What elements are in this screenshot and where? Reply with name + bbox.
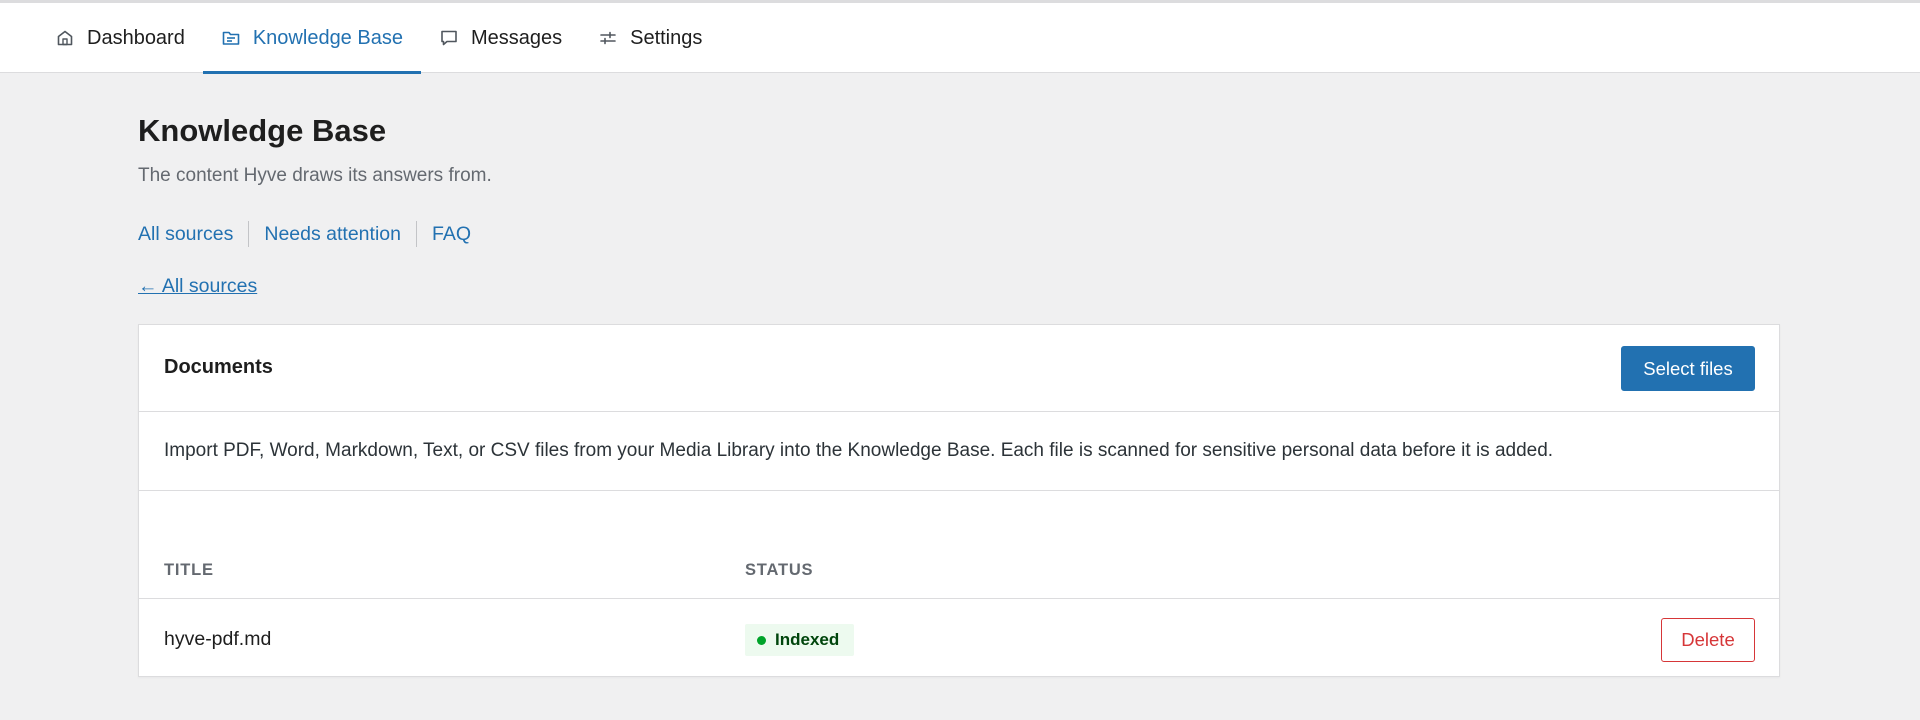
tab-label: Dashboard (87, 26, 185, 49)
document-title: hyve-pdf.md (164, 628, 272, 650)
documents-card: Documents Select files Import PDF, Word,… (138, 324, 1780, 677)
tab-settings[interactable]: Settings (580, 3, 720, 73)
link-needs-attention[interactable]: Needs attention (264, 223, 401, 246)
tab-knowledge-base[interactable]: Knowledge Base (202, 3, 422, 74)
link-all-sources[interactable]: All sources (138, 223, 233, 246)
link-divider (248, 221, 250, 247)
message-icon (439, 28, 459, 48)
tab-dashboard[interactable]: Dashboard (37, 3, 203, 73)
column-header-status: STATUS (745, 561, 814, 579)
link-faq[interactable]: FAQ (432, 223, 471, 246)
home-icon (55, 28, 75, 48)
back-to-all-sources-link[interactable]: ← All sources (138, 275, 257, 298)
tab-label: Settings (630, 26, 703, 49)
table-row: hyve-pdf.md Indexed Delete (139, 600, 1779, 678)
link-divider (415, 221, 417, 247)
tab-label: Knowledge Base (252, 26, 403, 49)
card-description: Import PDF, Word, Markdown, Text, or CSV… (139, 412, 1779, 491)
tab-label: Messages (470, 26, 563, 49)
page-subtitle: The content Hyve draws its answers from. (138, 165, 492, 186)
sliders-icon (598, 28, 618, 48)
card-header: Documents Select files (139, 325, 1779, 412)
column-header-title: TITLE (164, 561, 214, 579)
description-text: Import PDF, Word, Markdown, Text, or CSV… (164, 440, 1554, 461)
table-header: TITLE STATUS (139, 491, 1779, 599)
tab-messages[interactable]: Messages (421, 3, 580, 73)
source-filter-links: All sources Needs attention FAQ (138, 221, 471, 247)
top-navigation: Dashboard Knowledge Base Messages Settin… (0, 3, 1920, 74)
delete-button[interactable]: Delete (1661, 618, 1755, 662)
status-label: Indexed (775, 630, 840, 649)
card-title: Documents (164, 356, 273, 378)
folder-icon (221, 28, 241, 48)
page-title: Knowledge Base (138, 113, 387, 148)
select-files-button[interactable]: Select files (1621, 346, 1755, 391)
status-badge: Indexed (745, 624, 855, 656)
status-dot-icon (757, 635, 766, 645)
